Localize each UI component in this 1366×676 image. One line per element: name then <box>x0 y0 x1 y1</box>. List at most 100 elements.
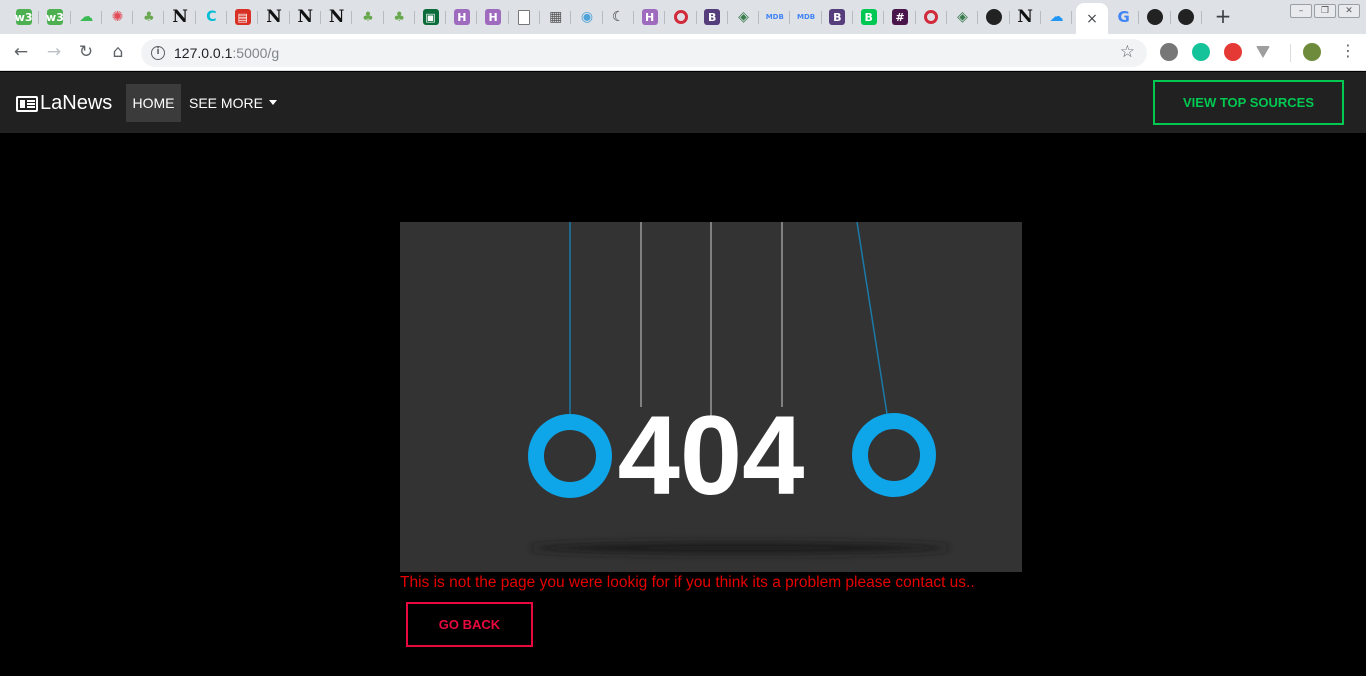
tab-18[interactable]: ◉ <box>571 4 603 30</box>
browser-tab-strip: w3 w3 ☁ ✺ ♣ N C ▤ N N N ♣ ♣ ▣ H H ▦ ◉ ☾ H B ◈ MDB MDB B B # ◈ N ☁ × G… <box>0 0 1366 34</box>
github-icon <box>1178 9 1195 25</box>
slack-icon: # <box>891 9 908 25</box>
view-top-sources-button[interactable]: VIEW TOP SOURCES <box>1153 80 1344 125</box>
404-text: 404 <box>618 393 805 518</box>
caret-down-icon <box>268 99 277 105</box>
tab-6[interactable]: C <box>196 4 228 30</box>
tab-r0[interactable]: G <box>1108 4 1140 30</box>
plant-icon: ♣ <box>143 9 155 25</box>
tab-2[interactable]: ☁ <box>71 4 103 30</box>
nav-home-link[interactable]: HOME <box>126 84 181 122</box>
tab-30[interactable]: ◈ <box>947 4 979 30</box>
github-icon <box>985 9 1002 25</box>
tab-14[interactable]: H <box>446 4 478 30</box>
brand-link[interactable]: LaNews <box>16 92 112 115</box>
eye-icon: ◉ <box>580 9 594 25</box>
tab-33[interactable]: ☁ <box>1041 4 1073 30</box>
tab-21[interactable] <box>665 4 697 30</box>
tab-13[interactable]: ▣ <box>415 4 447 30</box>
url-path: :5000/g <box>232 45 280 61</box>
tab-31[interactable] <box>978 4 1010 30</box>
tab-8[interactable]: N <box>258 4 290 30</box>
tab-23[interactable]: ◈ <box>728 4 760 30</box>
tab-r1[interactable] <box>1139 4 1171 30</box>
google-icon: G <box>1117 8 1130 26</box>
forward-arrow-icon[interactable]: → <box>42 40 66 64</box>
hackerrank-icon: H <box>485 9 502 25</box>
diamond-icon: ◈ <box>957 9 968 25</box>
mdb-icon: MDB <box>797 13 816 21</box>
url-host: 127.0.0.1 <box>174 45 233 61</box>
hackerrank-icon: H <box>453 9 470 25</box>
notion-icon: N <box>328 7 345 27</box>
tab-15[interactable]: H <box>477 4 510 30</box>
infinity-icon[interactable] <box>1224 43 1242 61</box>
nav-see-more-dropdown[interactable]: SEE MORE <box>189 84 277 122</box>
close-tab-icon[interactable]: × <box>1086 11 1098 27</box>
tab-29[interactable] <box>916 4 948 30</box>
cloud-upload-icon: ☁ <box>1049 9 1064 25</box>
floor-shadow <box>530 542 950 554</box>
site-info-icon[interactable]: i <box>151 46 165 60</box>
github-icon <box>1146 9 1163 25</box>
tab-list: w3 w3 ☁ ✺ ♣ N C ▤ N N N ♣ ♣ ▣ H H ▦ ◉ ☾ H B ◈ MDB MDB B B # ◈ N ☁ <box>8 4 1073 30</box>
cloud-icon: ☁ <box>79 9 94 25</box>
go-back-button[interactable]: GO BACK <box>406 602 533 647</box>
tab-25[interactable]: MDB <box>790 4 823 30</box>
home-icon[interactable]: ⌂ <box>106 40 130 64</box>
mdb-icon: MDB <box>765 13 784 21</box>
green-b-icon: B <box>860 9 877 25</box>
tab-22[interactable]: B <box>697 4 729 30</box>
bookmark-star-icon[interactable]: ☆ <box>1120 42 1135 62</box>
brand-name: LaNews <box>40 92 113 114</box>
tab-r2[interactable] <box>1171 4 1203 30</box>
tab-20[interactable]: H <box>634 4 666 30</box>
tab-27[interactable]: B <box>853 4 885 30</box>
tab-4[interactable]: ♣ <box>133 4 165 30</box>
tab-11[interactable]: ♣ <box>352 4 384 30</box>
ring-icon <box>673 10 688 24</box>
tab-1[interactable]: w3 <box>39 4 71 30</box>
extension-icon[interactable] <box>1160 43 1178 61</box>
calendar-icon: ▤ <box>234 9 251 25</box>
bootstrap-icon: B <box>704 9 721 25</box>
url-text[interactable]: 127.0.0.1:5000/g <box>174 45 279 61</box>
active-tab[interactable]: × <box>1076 3 1108 34</box>
grammarly-icon[interactable] <box>1192 43 1210 61</box>
profile-avatar-icon[interactable] <box>1303 43 1321 61</box>
terminal-icon: ▣ <box>422 9 439 25</box>
back-arrow-icon[interactable]: ← <box>9 40 33 64</box>
tab-7[interactable]: ▤ <box>227 4 259 30</box>
vimium-icon[interactable] <box>1256 46 1270 58</box>
tab-19[interactable]: ☾ <box>603 4 635 30</box>
address-bar[interactable]: i 127.0.0.1:5000/g ☆ <box>141 39 1147 67</box>
ring-icon <box>924 10 939 24</box>
plant-icon: ♣ <box>393 9 406 25</box>
tab-32[interactable]: N <box>1010 4 1042 30</box>
close-window-button[interactable]: ✕ <box>1338 4 1360 18</box>
diamond-icon: ◈ <box>738 9 749 25</box>
openai-icon: ✺ <box>111 9 124 25</box>
tab-9[interactable]: N <box>290 4 322 30</box>
notion-icon: N <box>266 7 282 27</box>
tab-16[interactable] <box>509 4 541 30</box>
tab-0[interactable]: w3 <box>8 4 40 30</box>
tab-5[interactable]: N <box>164 4 197 30</box>
404-illustration: 404 <box>400 222 1022 572</box>
tab-3[interactable]: ✺ <box>102 4 134 30</box>
plant-icon: ♣ <box>362 9 374 25</box>
tab-12[interactable]: ♣ <box>384 4 416 30</box>
tab-10[interactable]: N <box>321 4 353 30</box>
tab-24[interactable]: MDB <box>759 4 791 30</box>
tab-26[interactable]: B <box>822 4 854 30</box>
tab-17[interactable]: ▦ <box>540 4 572 30</box>
reload-icon[interactable]: ↻ <box>74 40 98 64</box>
minimize-button[interactable]: – <box>1290 4 1312 18</box>
restore-button[interactable]: ❐ <box>1314 4 1336 18</box>
w3schools-icon: w3 <box>14 9 33 25</box>
tab-list-right: G <box>1108 4 1203 30</box>
menu-kebab-icon[interactable]: ⋮ <box>1340 41 1356 60</box>
tab-28[interactable]: # <box>884 4 916 30</box>
newspaper-icon <box>16 95 38 112</box>
new-tab-button[interactable]: + <box>1212 6 1234 28</box>
